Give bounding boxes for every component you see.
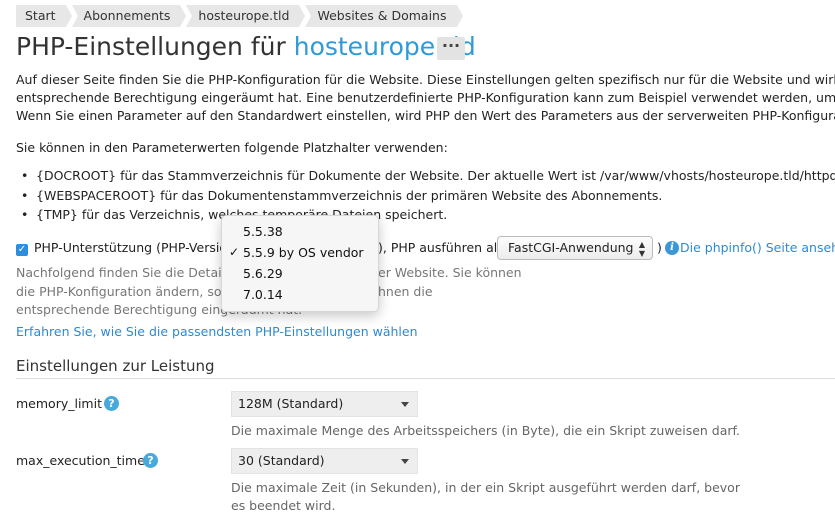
intro-line-3: Wenn Sie einen Parameter auf den Standar… (16, 108, 835, 123)
details-line-1a: Nachfolgend finden Sie die Details (16, 265, 232, 280)
php-version-option[interactable]: 5.6.29 (222, 263, 378, 284)
memory-limit-combobox[interactable]: 128M (Standard) (231, 391, 418, 417)
page-title-prefix: PHP-Einstellungen für (16, 32, 286, 61)
page-title: PHP-Einstellungen für hosteurope.tld (16, 30, 476, 64)
chevron-down-icon[interactable] (393, 449, 417, 473)
intro-line-2: entsprechende Berechtigung eingeräumt ha… (16, 90, 835, 105)
check-icon: ✓ (229, 245, 240, 259)
select-arrows-icon: ▲ ▼ (638, 240, 645, 258)
php-version-option-label: 5.5.38 (243, 224, 283, 239)
memory-limit-value: 128M (Standard) (238, 396, 344, 411)
phpinfo-link[interactable]: Die phpinfo() Seite anseh (680, 239, 835, 257)
php-handler-select[interactable]: FastCGI-Anwendung ▲ ▼ (497, 236, 653, 260)
breadcrumb-subscription[interactable]: hosteurope.tld (186, 5, 306, 27)
max-execution-time-value: 30 (Standard) (238, 453, 325, 468)
php-version-option[interactable]: 5.5.38 (222, 221, 378, 242)
php-version-option[interactable]: 7.0.14 (222, 284, 378, 305)
php-version-option-label: 5.5.9 by OS vendor (243, 245, 364, 260)
close-paren: ) (657, 240, 662, 255)
list-item: {DOCROOT} für das Stammverzeichnis für D… (16, 166, 835, 186)
info-icon: i (665, 241, 679, 255)
placeholders-intro: Sie können in den Parameterwerten folgen… (16, 140, 448, 155)
php-support-checkbox[interactable]: ✓ (16, 244, 28, 256)
max-execution-time-combobox[interactable]: 30 (Standard) (231, 448, 418, 474)
memory-limit-label: memory_limit (16, 396, 102, 411)
max-execution-time-label: max_execution_time (16, 453, 145, 468)
help-icon[interactable]: ? (104, 396, 119, 411)
list-item: {TMP} für das Verzeichnis, welches tempo… (16, 205, 835, 225)
chevron-down-icon[interactable] (393, 392, 417, 416)
php-version-option-label: 5.6.29 (243, 266, 283, 281)
php-version-option-label: 7.0.14 (243, 287, 283, 302)
php-version-option-selected[interactable]: ✓ 5.5.9 by OS vendor (222, 242, 378, 263)
php-support-label: PHP-Unterstützung (PHP-Versio (34, 240, 227, 255)
breadcrumb: Start Abonnements hosteurope.tld Website… (16, 5, 463, 27)
details-line-2b: hnen die (378, 284, 433, 299)
breadcrumb-subscriptions[interactable]: Abonnements (71, 5, 187, 27)
max-execution-time-hint-1: Die maximale Zeit (in Sekunden), in der … (231, 480, 740, 495)
intro-line-1: Auf dieser Seite finden Sie die PHP-Konf… (16, 72, 835, 87)
php-handler-value: FastCGI-Anwendung (508, 240, 634, 255)
learn-settings-link[interactable]: Erfahren Sie, wie Sie die passendsten PH… (16, 323, 418, 341)
breadcrumb-websites-domains[interactable]: Websites & Domains (305, 5, 463, 27)
breadcrumb-start[interactable]: Start (16, 5, 72, 27)
php-version-dropdown: 5.5.38 ✓ 5.5.9 by OS vendor 5.6.29 7.0.14 (221, 215, 379, 312)
memory-limit-hint: Die maximale Menge des Arbeitsspeichers … (231, 423, 740, 438)
details-line-2a: die PHP-Konfiguration ändern, sof (16, 284, 226, 299)
placeholder-list: {DOCROOT} für das Stammverzeichnis für D… (16, 166, 835, 225)
details-line-1b: er Website. Sie können (378, 265, 522, 280)
list-item: {WEBSPACEROOT} für das Dokumentenstammve… (16, 186, 835, 206)
php-run-as-label: ), PHP ausführen als (378, 240, 504, 255)
section-title-performance: Einstellungen zur Leistung (16, 357, 215, 375)
more-actions-button[interactable]: ··· (437, 37, 465, 60)
help-icon[interactable]: ? (143, 453, 158, 468)
section-divider (16, 378, 835, 379)
max-execution-time-hint-2: es beendet wird. (231, 498, 336, 513)
